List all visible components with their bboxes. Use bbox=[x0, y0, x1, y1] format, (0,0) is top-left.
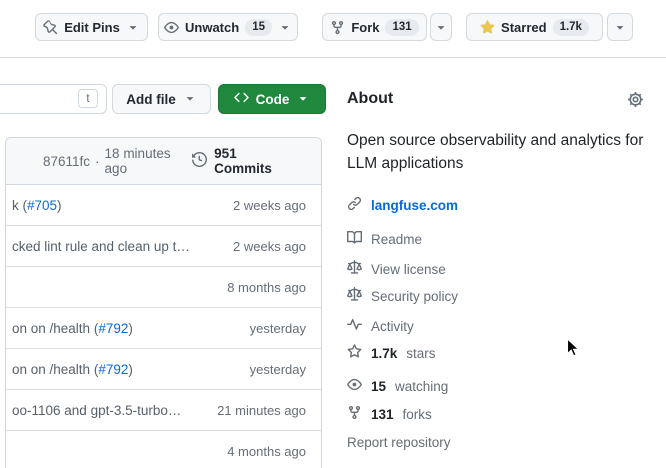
website-link[interactable]: langfuse.com bbox=[347, 196, 458, 214]
report-repository-link[interactable]: Report repository bbox=[347, 435, 451, 450]
pr-link[interactable]: #792 bbox=[98, 362, 128, 377]
watch-count-badge: 15 bbox=[245, 19, 272, 36]
goto-file-box: t bbox=[0, 84, 107, 114]
commit-row[interactable]: on on /health (#792) yesterday bbox=[6, 349, 321, 390]
caret-down-icon bbox=[278, 20, 292, 34]
star-count-badge: 1.7k bbox=[553, 19, 589, 36]
stars-stat[interactable]: 1.7k stars bbox=[347, 344, 436, 362]
fork-count-badge: 131 bbox=[385, 19, 418, 36]
watching-count: 15 bbox=[371, 379, 386, 394]
star-icon bbox=[480, 20, 495, 35]
law-icon bbox=[347, 260, 362, 278]
commit-date: yesterday bbox=[250, 362, 306, 377]
commit-date: 21 minutes ago bbox=[217, 403, 306, 418]
edit-pins-button[interactable]: Edit Pins bbox=[35, 13, 148, 41]
commit-message: on on /health (#792) bbox=[12, 321, 133, 336]
book-icon bbox=[347, 230, 362, 248]
commit-date: 8 months ago bbox=[227, 280, 306, 295]
add-file-label: Add file bbox=[126, 92, 176, 107]
edit-pins-label: Edit Pins bbox=[64, 20, 120, 35]
code-button[interactable]: Code bbox=[218, 84, 326, 114]
security-policy-link[interactable]: Security policy bbox=[347, 287, 458, 305]
about-title: About bbox=[347, 90, 393, 108]
eye-icon bbox=[164, 20, 179, 35]
commit-row[interactable]: 4 months ago bbox=[6, 431, 321, 468]
commit-row[interactable]: k (#705) 2 weeks ago bbox=[6, 185, 321, 226]
commit-history-link[interactable]: 951 Commits bbox=[192, 146, 295, 176]
commit-message: k (#705) bbox=[12, 198, 62, 213]
commit-row[interactable]: oo-1106 and gpt-3.5-turbo… 21 minutes ag… bbox=[6, 390, 321, 431]
add-file-button[interactable]: Add file bbox=[112, 84, 211, 114]
header-divider bbox=[0, 57, 666, 58]
pulse-icon bbox=[347, 317, 362, 335]
unwatch-label: Unwatch bbox=[185, 20, 239, 35]
latest-commit-bar: 87611fc · 18 minutes ago 951 Commits bbox=[6, 138, 321, 185]
readme-label: Readme bbox=[371, 232, 422, 247]
forks-stat[interactable]: 131 forks bbox=[347, 405, 432, 423]
watching-label: watching bbox=[395, 379, 448, 394]
commit-message: cked lint rule and clean up t… bbox=[12, 239, 190, 254]
gear-icon[interactable] bbox=[627, 91, 644, 113]
commit-date: yesterday bbox=[250, 321, 306, 336]
caret-down-icon bbox=[183, 91, 197, 108]
starred-dropdown-button[interactable] bbox=[607, 13, 633, 41]
commit-date: 2 weeks ago bbox=[233, 198, 306, 213]
fork-dropdown-button[interactable] bbox=[430, 13, 452, 41]
caret-down-icon bbox=[126, 20, 140, 34]
goto-file-input[interactable] bbox=[0, 88, 75, 112]
code-icon bbox=[234, 90, 249, 108]
key-hint-t: t bbox=[78, 89, 98, 108]
commit-date: 4 months ago bbox=[227, 444, 306, 459]
pin-icon bbox=[43, 20, 58, 35]
license-label: View license bbox=[371, 262, 446, 277]
star-outline-icon bbox=[347, 344, 362, 362]
fork-label: Fork bbox=[351, 20, 379, 35]
code-label: Code bbox=[256, 92, 290, 107]
caret-down-icon bbox=[296, 91, 310, 108]
latest-commit-hash[interactable]: 87611fc bbox=[43, 154, 90, 169]
security-policy-label: Security policy bbox=[371, 289, 458, 304]
commits-count-label: 951 Commits bbox=[214, 146, 295, 176]
repo-page: Edit Pins Unwatch 15 Fork 131 Starred 1.… bbox=[0, 0, 666, 468]
latest-commit-time: 18 minutes ago bbox=[105, 146, 193, 176]
eye-icon bbox=[347, 377, 362, 395]
commit-date: 2 weeks ago bbox=[233, 239, 306, 254]
repo-fork-icon bbox=[330, 20, 345, 35]
stars-count: 1.7k bbox=[371, 346, 397, 361]
commit-message: on on /health (#792) bbox=[12, 362, 133, 377]
stars-label: stars bbox=[406, 346, 435, 361]
forks-label: forks bbox=[403, 407, 432, 422]
activity-link[interactable]: Activity bbox=[347, 317, 414, 335]
law-icon bbox=[347, 287, 362, 305]
commit-row[interactable]: 8 months ago bbox=[6, 267, 321, 308]
fork-button[interactable]: Fork 131 bbox=[322, 13, 427, 41]
activity-label: Activity bbox=[371, 319, 414, 334]
pr-link[interactable]: #792 bbox=[98, 321, 128, 336]
link-icon bbox=[347, 196, 362, 214]
repo-fork-icon bbox=[347, 405, 362, 423]
pr-link[interactable]: #705 bbox=[27, 198, 57, 213]
dot-separator: · bbox=[95, 154, 100, 169]
commit-message: oo-1106 and gpt-3.5-turbo… bbox=[12, 403, 181, 418]
repo-description: Open source observability and analytics … bbox=[347, 129, 653, 175]
caret-down-icon bbox=[434, 20, 448, 34]
forks-count: 131 bbox=[371, 407, 394, 422]
unwatch-button[interactable]: Unwatch 15 bbox=[158, 13, 298, 41]
history-icon bbox=[192, 152, 207, 170]
mouse-cursor bbox=[566, 338, 580, 363]
readme-link[interactable]: Readme bbox=[347, 230, 422, 248]
commit-row[interactable]: cked lint rule and clean up t… 2 weeks a… bbox=[6, 226, 321, 267]
caret-down-icon bbox=[613, 20, 627, 34]
license-link[interactable]: View license bbox=[347, 260, 446, 278]
starred-button[interactable]: Starred 1.7k bbox=[466, 13, 603, 41]
website-label: langfuse.com bbox=[371, 198, 458, 213]
commit-row[interactable]: on on /health (#792) yesterday bbox=[6, 308, 321, 349]
watching-stat[interactable]: 15 watching bbox=[347, 377, 448, 395]
starred-label: Starred bbox=[501, 20, 547, 35]
commits-panel: 87611fc · 18 minutes ago 951 Commits k (… bbox=[5, 137, 322, 468]
